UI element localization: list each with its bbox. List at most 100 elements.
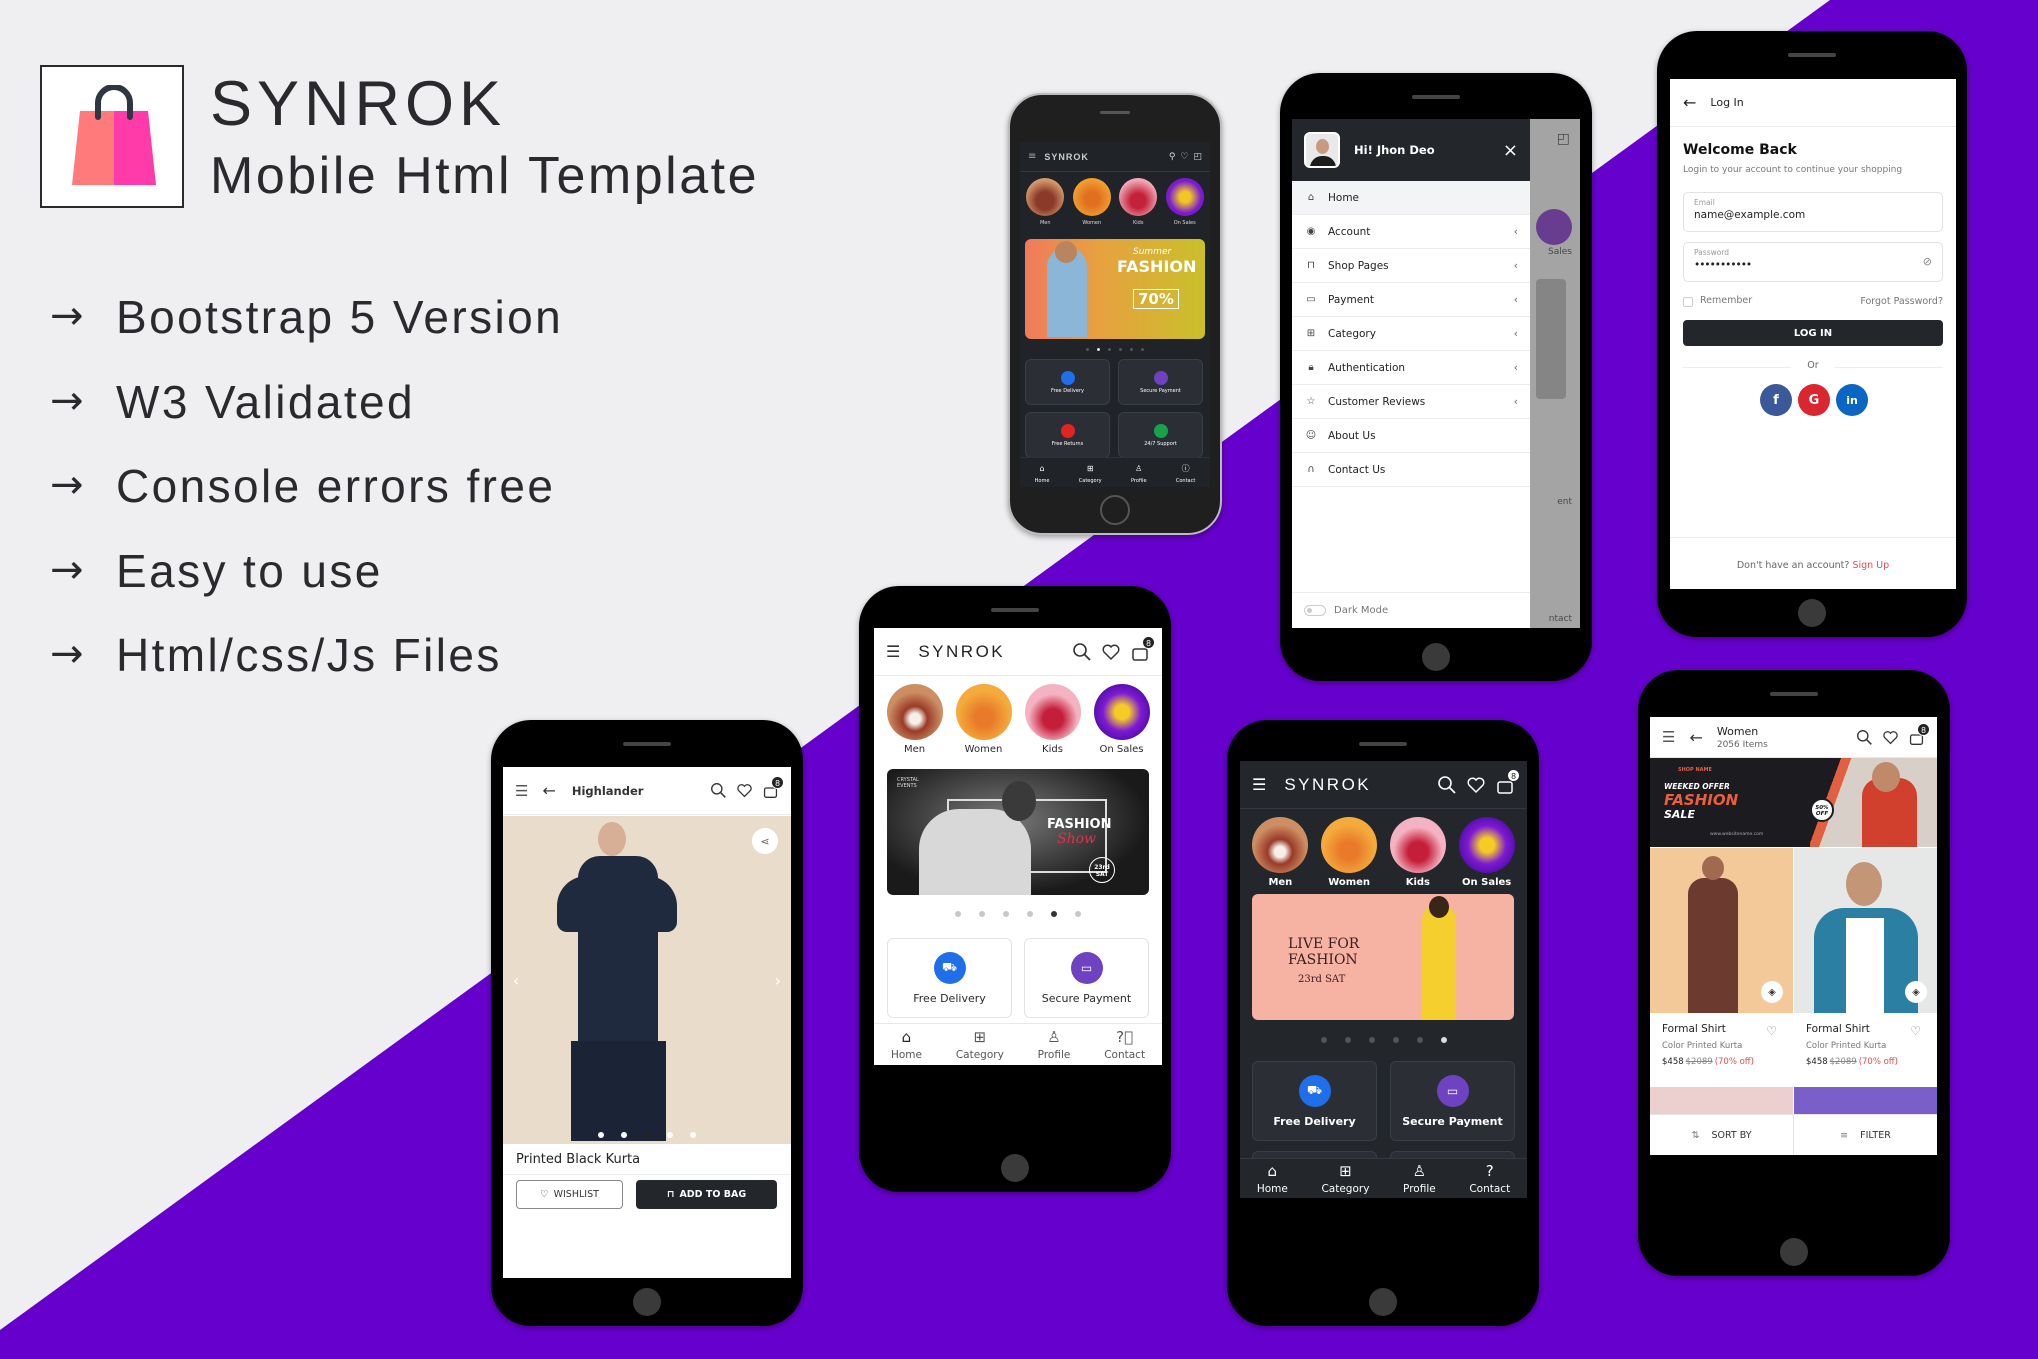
category-men[interactable]: Men (1250, 817, 1310, 888)
category-women[interactable]: Women (1070, 178, 1114, 226)
dark-mode-toggle[interactable] (1304, 605, 1326, 616)
tab-home[interactable]: ⌂ Home (1035, 461, 1050, 484)
menu-icon[interactable]: ☰ (515, 782, 528, 800)
facebook-login-button[interactable]: f (1760, 384, 1792, 416)
tab-category[interactable]: ⊞ Category (1079, 461, 1102, 484)
category-on-sales[interactable]: On Sales (1163, 178, 1207, 226)
wishlist-button[interactable]: ♡ WISHLIST (516, 1180, 623, 1209)
google-login-button[interactable]: G (1798, 384, 1830, 416)
menu-item-contact-us[interactable]: ∩ Contact Us (1292, 453, 1530, 487)
cart-icon[interactable]: 8 (762, 776, 784, 799)
login-button[interactable]: LOG IN (1683, 320, 1943, 346)
category-kids[interactable]: Kids (1116, 178, 1160, 226)
service-free-delivery[interactable]: ⛟ Free Delivery (887, 938, 1012, 1018)
category-men[interactable]: Men (1023, 178, 1067, 226)
tab-profile[interactable]: ♙ Profile (1038, 1029, 1071, 1061)
menu-item-shop-pages[interactable]: ⊓ Shop Pages ‹ (1292, 249, 1530, 283)
back-arrow-icon[interactable]: ← (1689, 728, 1702, 747)
menu-icon[interactable]: ☰ (1662, 728, 1675, 746)
category-on-sales[interactable]: On Sales (1457, 817, 1517, 888)
eye-off-icon[interactable]: ⊘ (1923, 255, 1932, 268)
menu-item-authentication[interactable]: 🔒︎ Authentication ‹ (1292, 351, 1530, 385)
product-description: Color Printed Kurta (1662, 1041, 1743, 1051)
menu-item-customer-reviews[interactable]: ☆ Customer Reviews ‹ (1292, 385, 1530, 419)
truck-icon: ⛟ (933, 951, 966, 984)
service-free-delivery[interactable]: ⛟ Free Delivery (1252, 1061, 1377, 1141)
search-icon[interactable]: ⚲ (1169, 152, 1176, 162)
tab-profile[interactable]: ♙ Profile (1403, 1163, 1436, 1195)
signup-link[interactable]: Sign Up (1852, 560, 1889, 571)
category-women[interactable]: Women (954, 684, 1014, 755)
tab-profile[interactable]: ♙ Profile (1131, 461, 1147, 484)
sort-button[interactable]: ⇅ SORT BY (1650, 1115, 1794, 1155)
add-to-bag-button[interactable]: ⊓ ADD TO BAG (636, 1180, 777, 1209)
heart-icon[interactable]: ♡ (1910, 1024, 1921, 1038)
banner-live-for-fashion[interactable]: LIVE FOR FASHION 23rd SAT (1252, 894, 1514, 1020)
service-secure-payment[interactable]: ▭ Secure Payment (1390, 1061, 1515, 1141)
chevron-left-icon: ‹ (1513, 259, 1518, 272)
service-support[interactable]: 24/7 Support (1118, 412, 1203, 458)
menu-item-account[interactable]: ◉ Account ‹ (1292, 215, 1530, 249)
heart-icon[interactable] (1882, 729, 1899, 746)
tab-category[interactable]: ⊞ Category (956, 1029, 1004, 1061)
category-women[interactable]: Women (1319, 817, 1379, 888)
search-icon[interactable] (1072, 642, 1092, 662)
cart-icon[interactable]: 8 (1130, 635, 1155, 662)
close-icon[interactable]: × (1503, 140, 1518, 161)
heart-icon[interactable] (736, 782, 753, 799)
menu-icon[interactable]: ☰ (886, 642, 900, 661)
search-icon[interactable] (1437, 775, 1457, 795)
promo-banner[interactable]: SHOP NAME WEEKED OFFER FASHION SALE www.… (1650, 758, 1937, 847)
heart-icon[interactable]: ♡ (1766, 1024, 1777, 1038)
menu-item-category[interactable]: ⊞ Category ‹ (1292, 317, 1530, 351)
heart-icon[interactable]: ♡ (1180, 152, 1188, 162)
heart-icon[interactable] (1466, 775, 1486, 795)
menu-icon[interactable]: ≡ (1028, 151, 1036, 162)
arrow-right-icon: → (50, 631, 84, 677)
layers-icon[interactable]: ◈ (1905, 981, 1927, 1003)
search-icon[interactable] (1856, 729, 1873, 746)
carousel-prev[interactable]: ‹ (513, 971, 519, 990)
category-kids[interactable]: Kids (1023, 684, 1083, 755)
back-arrow-icon[interactable]: ← (542, 781, 555, 800)
menu-item-home[interactable]: ⌂ Home (1292, 181, 1530, 215)
tab-contact[interactable]: ? Contact (1469, 1163, 1510, 1195)
banner-summer-sale[interactable]: Summer FASHION 70% (1025, 239, 1205, 339)
product-card[interactable]: ◈ Formal Shirt ♡ Color Printed Kurta $45… (1650, 848, 1793, 1067)
menu-item-payment[interactable]: ▭ Payment ‹ (1292, 283, 1530, 317)
service-free-delivery[interactable]: Free Delivery (1025, 359, 1110, 405)
forgot-password-link[interactable]: Forgot Password? (1860, 296, 1943, 307)
service-secure-payment[interactable]: ▭ Secure Payment (1024, 938, 1149, 1018)
share-button[interactable]: ⋖ (752, 828, 778, 854)
tab-category[interactable]: ⊞ Category (1321, 1163, 1369, 1195)
banner-fashion-show[interactable]: CRYSTAL EVENTS FASHION Show 23rd SAT (887, 769, 1149, 895)
back-arrow-icon[interactable]: ← (1683, 93, 1696, 112)
basket-icon: ⊓ (666, 1189, 675, 1200)
filter-button[interactable]: ≡ FILTER (1794, 1115, 1937, 1155)
heart-icon[interactable] (1101, 642, 1121, 662)
email-field[interactable]: Email name@example.com (1683, 192, 1943, 232)
search-icon[interactable] (710, 782, 727, 799)
phone-product-detail: ☰ ← Highlander 8 ⋖ ‹ › Printed Black Kur… (491, 720, 803, 1326)
category-kids[interactable]: Kids (1388, 817, 1448, 888)
cart-icon[interactable]: 8 (1495, 768, 1520, 795)
layers-icon[interactable]: ◈ (1761, 981, 1783, 1003)
service-free-returns[interactable]: Free Returns (1025, 412, 1110, 458)
tab-contact[interactable]: ⓘ Contact (1176, 461, 1195, 484)
cart-icon[interactable]: ◰ (1193, 152, 1202, 162)
menu-icon[interactable]: ☰ (1252, 775, 1266, 794)
product-card[interactable]: ◈ Formal Shirt ♡ Color Printed Kurta $45… (1794, 848, 1937, 1067)
phone-product-list: ☰ ← Women 2056 Items 8 SHOP NAME WEEKED … (1638, 670, 1950, 1276)
service-secure-payment[interactable]: Secure Payment (1118, 359, 1203, 405)
carousel-next[interactable]: › (775, 971, 781, 990)
tab-home[interactable]: ⌂ Home (891, 1029, 922, 1061)
tab-home[interactable]: ⌂ Home (1257, 1163, 1288, 1195)
linkedin-login-button[interactable]: in (1836, 384, 1868, 416)
category-men[interactable]: Men (885, 684, 945, 755)
tab-contact[interactable]: ?⃝ Contact (1104, 1029, 1145, 1061)
password-field[interactable]: Password ••••••••••• ⊘ (1683, 242, 1943, 282)
remember-checkbox[interactable] (1683, 297, 1693, 307)
category-on-sales[interactable]: On Sales (1092, 684, 1152, 755)
menu-item-about-us[interactable]: ☺ About Us (1292, 419, 1530, 453)
cart-icon[interactable]: 8 (1908, 722, 1930, 746)
